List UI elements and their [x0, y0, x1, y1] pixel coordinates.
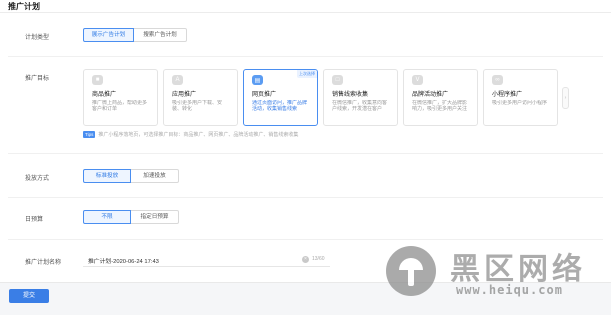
tips-text: 推广小程序落地页，可选择推广目标：商品推广、网页推广、品牌活动推广、销售线索收集 [98, 132, 299, 138]
goal-card-mini-program[interactable]: ∞ 小程序推广 吸引更多用户访问小程序 [483, 69, 558, 126]
delivery-option-standard[interactable]: 标准投放 [83, 169, 131, 183]
watermark-url: www.heiqu.com [456, 283, 563, 297]
goal-card-title: 应用推广 [172, 92, 197, 98]
delivery-option-accelerated[interactable]: 加速投放 [131, 169, 179, 183]
row-divider [8, 197, 603, 198]
plan-type-option-display[interactable]: 展示广告计划 [83, 28, 134, 42]
goal-card-title: 小程序推广 [492, 92, 523, 98]
goal-card-desc: 在微信推广，收集意向客户线索，开发潜在客户 [332, 100, 388, 113]
goal-card-desc: 吸引更多用户访问小程序 [492, 100, 548, 106]
submit-button[interactable]: 提交 [9, 289, 49, 303]
watermark-text: 黑区网络 [450, 252, 586, 287]
budget-option-unlimited[interactable]: 不限 [83, 210, 131, 224]
watermark: 黑区网络 www.heiqu.com [386, 244, 611, 304]
goal-card-desc: 在微信推广，扩大品牌影响力，吸引更多用户关注 [412, 100, 468, 113]
shopping-bag-icon: ■ [92, 75, 103, 85]
char-count: 13/60 [312, 256, 325, 262]
plan-type-option-search[interactable]: 搜索广告计划 [134, 28, 187, 42]
budget-option-specified[interactable]: 指定日预算 [131, 210, 179, 224]
goal-card-product[interactable]: ■ 商品推广 推广微上商品，帮助更多客户和订单 [83, 69, 158, 126]
watermark-logo [386, 246, 436, 296]
row-divider [8, 56, 603, 57]
goal-card-desc: 通过页面访问，推广品牌活动，收集销售线索 [252, 100, 308, 113]
goal-card-title: 销售线索收集 [332, 92, 369, 98]
goal-card-desc: 推广微上商品，帮助更多客户和订单 [92, 100, 148, 113]
goal-card-desc: 吸引更多用户下载、安装、转化 [172, 100, 223, 113]
goal-card-title: 商品推广 [92, 92, 117, 98]
delivery-label: 投放方式 [25, 176, 50, 182]
goal-card-brand[interactable]: V 品牌活动推广 在微信推广，扩大品牌影响力，吸引更多用户关注 [403, 69, 478, 126]
plan-type-label: 计划类型 [25, 35, 50, 41]
goal-card-title: 品牌活动推广 [412, 92, 449, 98]
web-page-icon: ▤ [252, 75, 263, 85]
goal-card-web[interactable]: 上次选择 ▤ 网页推广 通过页面访问，推广品牌活动，收集销售线索 [243, 69, 318, 126]
goal-card-leads[interactable]: □ 销售线索收集 在微信推广，收集意向客户线索，开发潜在客户 [323, 69, 398, 126]
row-divider [8, 239, 603, 240]
delivery-selector: 标准投放 加速投放 [83, 169, 179, 183]
page-title: 推广计划 [8, 2, 40, 11]
plan-type-selector: 展示广告计划 搜索广告计划 [83, 28, 187, 42]
plan-name-label: 推广计划名称 [25, 260, 62, 266]
app-store-icon: A [172, 75, 183, 85]
goal-card-app[interactable]: A 应用推广 吸引更多用户下载、安装、转化 [163, 69, 238, 126]
tips-tag: Tips [83, 131, 96, 138]
goal-tips: Tips 推广小程序落地页，可选择推广目标：商品推广、网页推广、品牌活动推广、销… [83, 131, 298, 138]
brand-icon: V [412, 75, 423, 85]
row-divider [8, 153, 603, 154]
last-selected-badge: 上次选择 [297, 70, 317, 78]
clear-icon[interactable]: × [302, 256, 309, 263]
goal-cards: ■ 商品推广 推广微上商品，帮助更多客户和订单 A 应用推广 吸引更多用户下载、… [83, 69, 558, 126]
goal-label: 推广目标 [25, 76, 50, 82]
budget-label: 日预算 [25, 217, 44, 223]
cards-scroll-right-button[interactable]: › [562, 87, 569, 109]
goal-card-title: 网页推广 [252, 92, 277, 98]
mini-program-icon: ∞ [492, 75, 503, 85]
plan-name-field: × 13/60 [83, 253, 330, 267]
message-icon: □ [332, 75, 343, 85]
title-divider [0, 12, 611, 13]
plan-name-input[interactable] [88, 254, 288, 266]
budget-selector: 不限 指定日预算 [83, 210, 179, 224]
